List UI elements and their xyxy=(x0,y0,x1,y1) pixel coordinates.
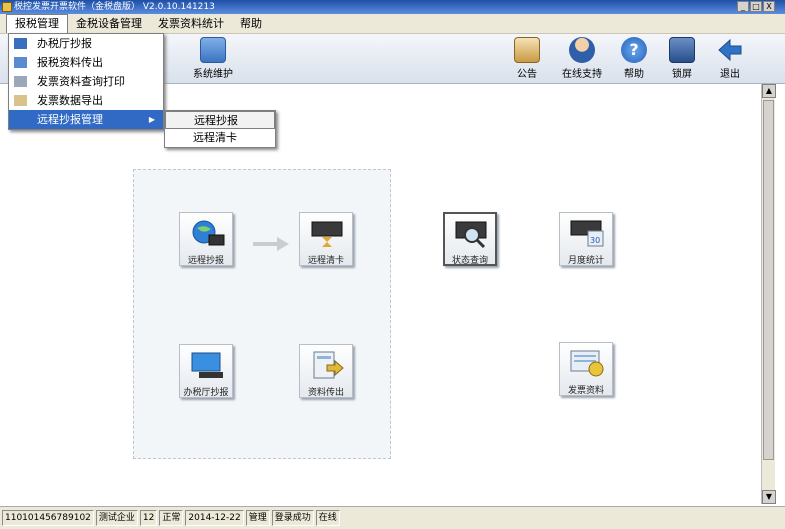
menu-device-management[interactable]: 金税设备管理 xyxy=(68,14,150,33)
menu-tax-management[interactable]: 报税管理 xyxy=(6,14,68,33)
minimize-button[interactable]: _ xyxy=(737,1,749,12)
status-state: 正常 xyxy=(159,510,184,526)
submenu-item-remote-copy[interactable]: 远程抄报 xyxy=(165,111,275,129)
help-button[interactable]: ? 帮助 xyxy=(612,37,656,81)
invoice-coin-icon xyxy=(570,350,604,377)
monitor-lock-icon xyxy=(669,37,695,63)
window-title: 税控发票开票软件（金税盘版） V2.0.10.141213 xyxy=(14,2,215,12)
remote-management-submenu: 远程抄报 远程清卡 xyxy=(164,110,276,148)
card-icon xyxy=(14,38,27,49)
dropdown-item-hall-copy[interactable]: 办税厅抄报 xyxy=(9,34,163,53)
folder-settings-icon xyxy=(200,37,226,63)
document-icon xyxy=(14,95,27,106)
dropdown-item-remote-management[interactable]: 远程抄报管理 ▶ xyxy=(9,110,163,129)
menu-help[interactable]: 帮助 xyxy=(232,14,270,33)
globe-card-icon xyxy=(192,220,225,246)
support-person-icon xyxy=(569,37,595,63)
dropdown-item-data-output[interactable]: 发票数据导出 xyxy=(9,91,163,110)
printer-icon xyxy=(14,76,27,87)
tile-remote-copy[interactable]: 远程抄报 xyxy=(176,212,236,278)
back-arrow-icon xyxy=(717,37,743,63)
exit-button[interactable]: 退出 xyxy=(708,37,752,81)
dropdown-item-data-export[interactable]: 报税资料传出 xyxy=(9,53,163,72)
magnifier-card-icon xyxy=(455,221,487,248)
svg-text:30: 30 xyxy=(590,236,600,245)
lock-screen-button[interactable]: 锁屏 xyxy=(660,37,704,81)
app-icon xyxy=(2,2,12,12)
submenu-arrow-icon: ▶ xyxy=(148,115,155,124)
menu-bar: 报税管理 金税设备管理 发票资料统计 帮助 xyxy=(0,14,785,34)
status-machine-no: 12 xyxy=(139,510,158,526)
main-content: 远程抄报 远程清卡 办税厅抄报 资料传出 状态查询 30 月度统计 发票资料 xyxy=(0,84,760,504)
export-icon xyxy=(14,57,27,68)
status-role: 管理 xyxy=(245,510,270,526)
question-mark-icon: ? xyxy=(621,37,647,63)
window-title-bar: 税控发票开票软件（金税盘版） V2.0.10.141213 _ □ X xyxy=(0,0,785,14)
submenu-item-remote-clear[interactable]: 远程清卡 xyxy=(165,129,275,147)
tile-status-query[interactable]: 状态查询 xyxy=(440,212,500,278)
tax-management-dropdown: 办税厅抄报 报税资料传出 发票资料查询打印 发票数据导出 远程抄报管理 ▶ xyxy=(8,33,164,130)
computer-icon xyxy=(191,352,223,378)
tile-data-export[interactable]: 资料传出 xyxy=(296,344,356,410)
tile-invoice-data[interactable]: 发票资料 xyxy=(556,342,616,408)
tile-monthly-stats[interactable]: 30 月度统计 xyxy=(556,212,616,278)
card-calendar-icon: 30 xyxy=(570,220,604,247)
dropdown-item-invoice-query[interactable]: 发票资料查询打印 xyxy=(9,72,163,91)
vertical-scrollbar[interactable]: ▲ ▼ xyxy=(761,84,776,504)
status-date: 2014-12-22 xyxy=(185,510,244,526)
maximize-button[interactable]: □ xyxy=(750,1,762,12)
flow-arrow-icon xyxy=(253,237,289,251)
system-maintain-button[interactable]: 系统维护 xyxy=(183,37,243,81)
status-login: 登录成功 xyxy=(271,510,314,526)
clipboard-icon xyxy=(514,37,540,63)
card-hourglass-icon xyxy=(311,221,343,247)
scroll-thumb[interactable] xyxy=(763,100,774,460)
status-bar: 110101456789102 测试企业 12 正常 2014-12-22 管理… xyxy=(0,506,785,529)
status-tax-id: 110101456789102 xyxy=(2,510,94,526)
scroll-up-arrow-icon[interactable]: ▲ xyxy=(762,84,776,98)
status-company: 测试企业 xyxy=(95,510,138,526)
menu-invoice-statistics[interactable]: 发票资料统计 xyxy=(150,14,232,33)
status-online: 在线 xyxy=(315,510,340,526)
scroll-down-arrow-icon[interactable]: ▼ xyxy=(762,490,776,504)
tile-hall-copy[interactable]: 办税厅抄报 xyxy=(176,344,236,410)
online-support-button[interactable]: 在线支持 xyxy=(552,37,612,81)
document-export-icon xyxy=(313,351,344,379)
tile-remote-clear[interactable]: 远程清卡 xyxy=(296,212,356,278)
close-button[interactable]: X xyxy=(763,1,775,12)
notice-button[interactable]: 公告 xyxy=(505,37,549,81)
